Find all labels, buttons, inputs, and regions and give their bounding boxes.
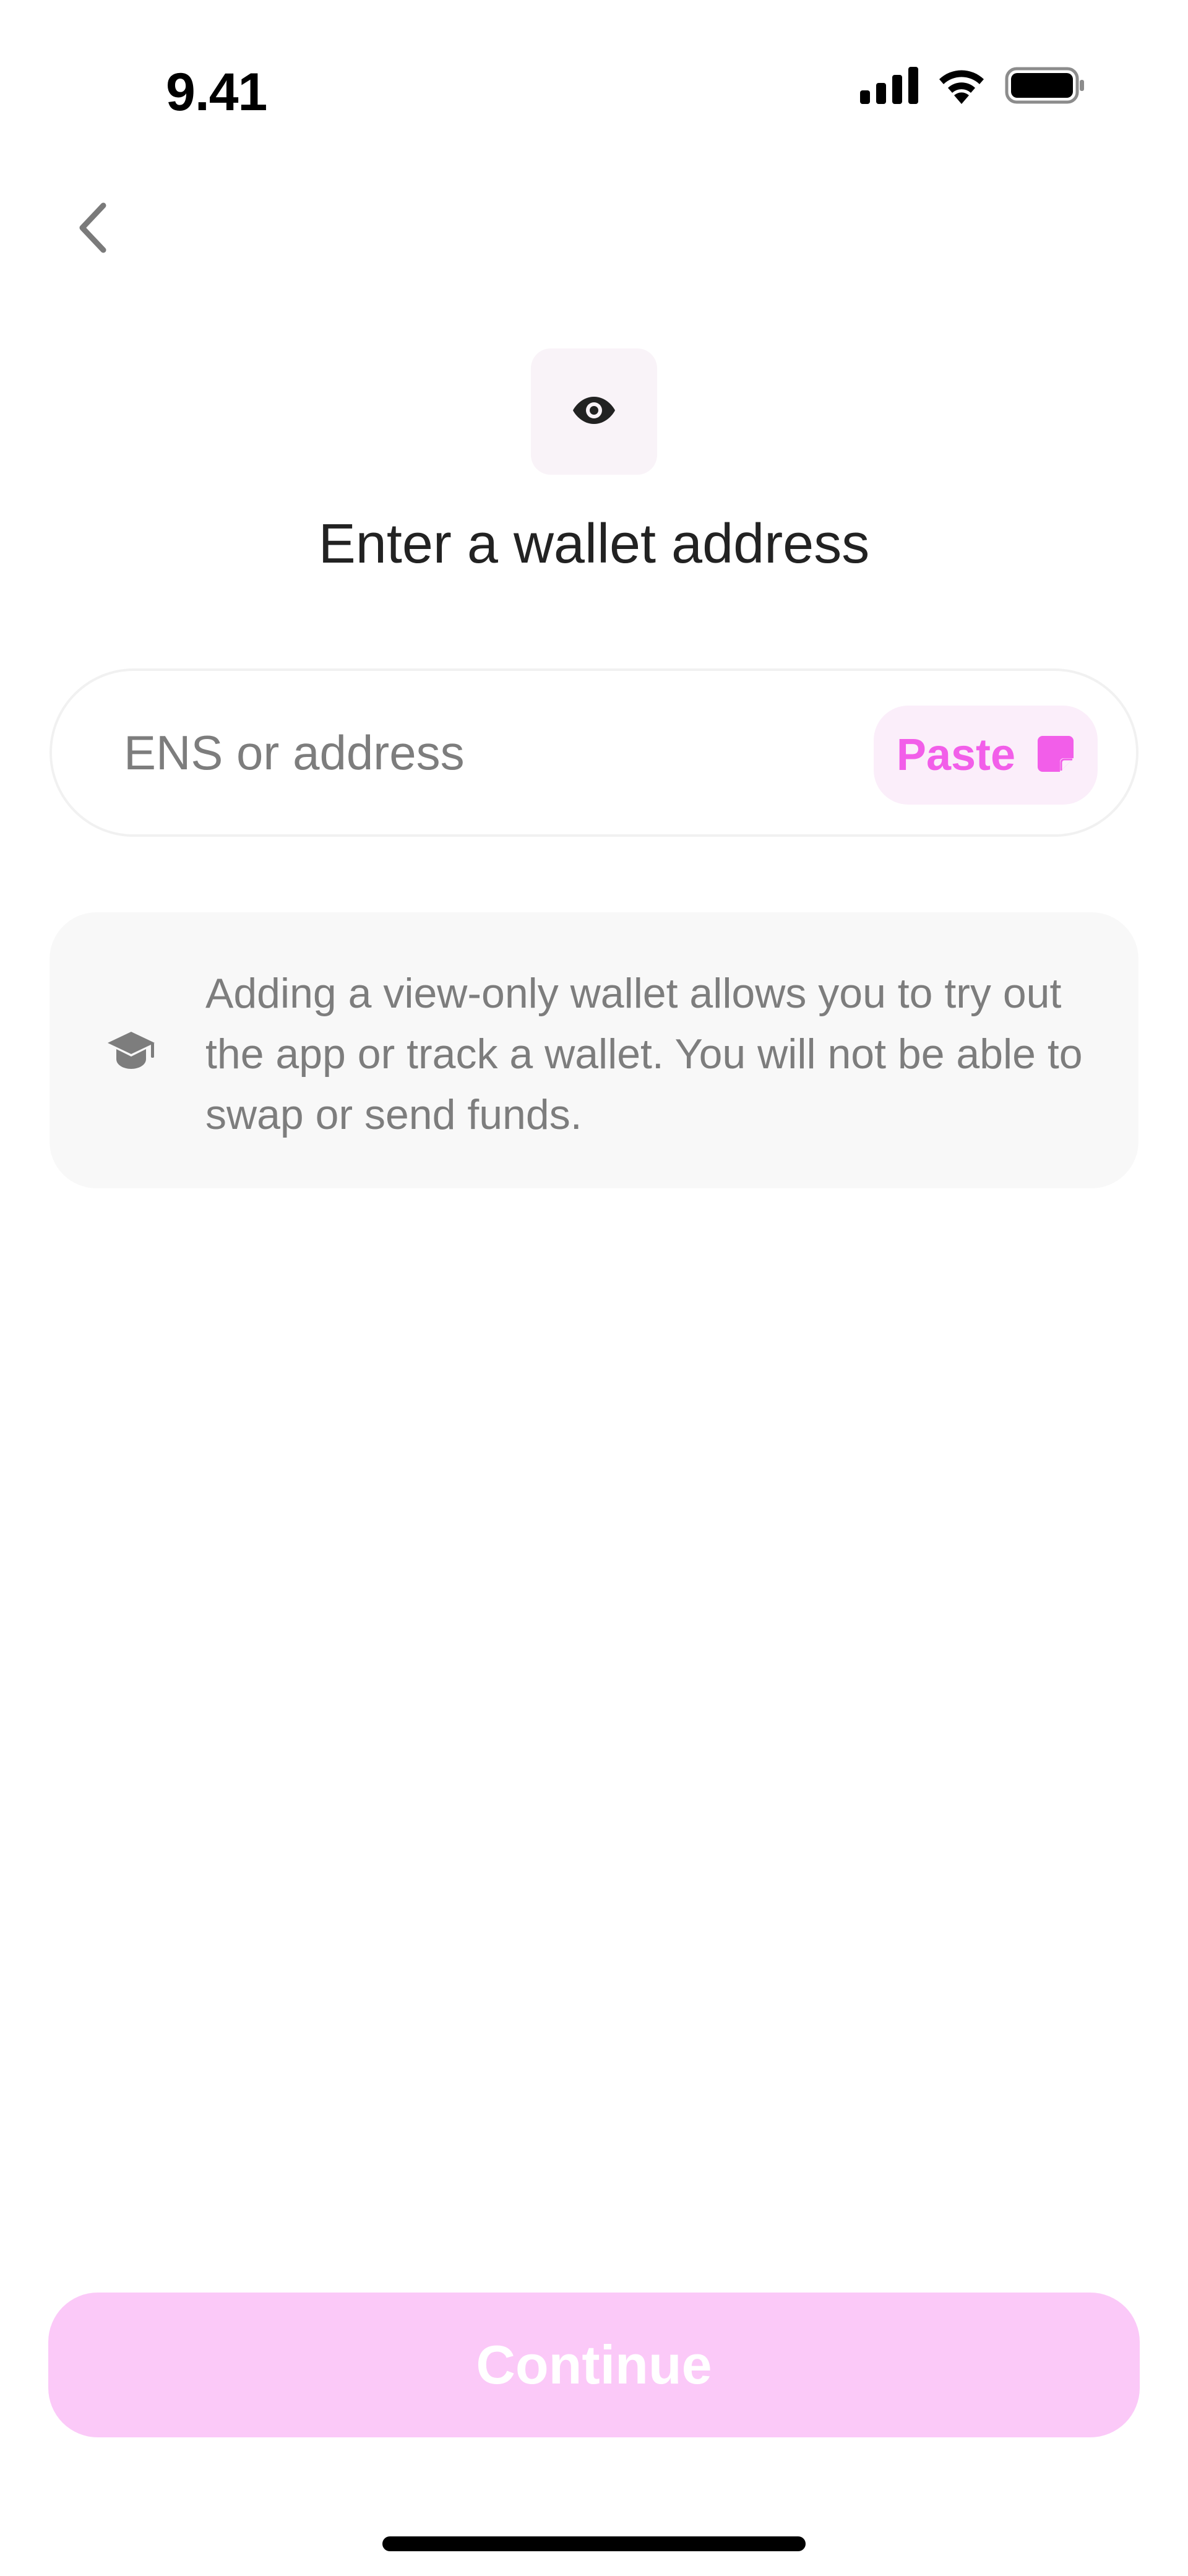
back-button[interactable] [62,192,124,266]
chevron-left-icon [71,198,114,261]
continue-label: Continue [476,2334,712,2395]
wifi-icon [936,67,988,107]
paste-button[interactable]: Paste [874,706,1098,805]
status-bar-icons [860,66,1085,107]
info-text: Adding a view-only wallet allows you to … [205,970,1083,1138]
clipboard-icon [1036,735,1075,776]
address-field: Paste [50,668,1138,837]
battery-icon [1005,67,1085,107]
status-bar-time: 9.41 [166,63,267,122]
hero-icon-container [531,348,657,475]
home-indicator [382,2536,806,2551]
paste-label: Paste [896,730,1016,780]
eye-icon [572,394,616,430]
continue-button[interactable]: Continue [48,2293,1140,2437]
info-card: Adding a view-only wallet allows you to … [50,912,1138,1188]
graduation-cap-icon [101,1021,161,1081]
page-title: Enter a wallet address [318,513,870,575]
cellular-signal-icon [860,66,918,107]
address-input[interactable] [124,708,854,797]
